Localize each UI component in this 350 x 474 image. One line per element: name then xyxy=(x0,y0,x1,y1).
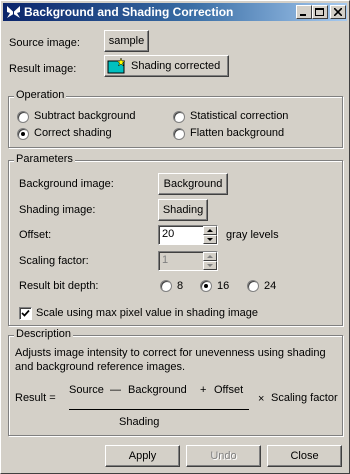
offset-decrement-button[interactable] xyxy=(203,235,217,244)
scaling-decrement-button[interactable] xyxy=(203,261,217,270)
scaling-factor-spinbox[interactable]: 1 xyxy=(158,251,218,271)
scaling-factor-label: Scaling factor: xyxy=(19,255,89,267)
formula-times: × xyxy=(258,393,265,405)
result-image-label: Result image: xyxy=(9,63,77,75)
bitdepth-24-label: 24 xyxy=(264,280,277,292)
radio-bitdepth-8[interactable] xyxy=(160,280,172,292)
offset-spinbox[interactable]: 20 xyxy=(158,225,218,245)
scale-max-pixel-label: Scale using max pixel value in shading i… xyxy=(36,307,258,319)
result-image-button-label: Shading corrected xyxy=(131,60,221,72)
source-image-label: Source image: xyxy=(9,37,80,49)
formula-denominator: Shading xyxy=(119,416,160,428)
radio-bitdepth-24[interactable] xyxy=(247,280,259,292)
maximize-icon xyxy=(315,7,324,16)
statistical-correction-label: Statistical correction xyxy=(190,110,289,122)
radio-correct-shading[interactable] xyxy=(17,128,29,140)
subtract-background-label: Subtract background xyxy=(34,110,136,122)
fraction-line xyxy=(69,409,249,410)
shading-image-button[interactable]: Shading xyxy=(158,199,208,221)
scaling-increment-button[interactable] xyxy=(203,252,217,261)
checkmark-icon xyxy=(21,309,30,317)
close-window-button[interactable] xyxy=(330,5,346,19)
butterfly-icon xyxy=(7,6,20,18)
formula-source: Source xyxy=(69,384,104,396)
arrow-up-icon xyxy=(207,255,213,258)
formula-plus: + xyxy=(200,384,207,396)
offset-unit-label: gray levels xyxy=(226,229,279,241)
offset-increment-button[interactable] xyxy=(203,226,217,235)
description-group-title: Description xyxy=(14,328,74,340)
offset-label: Offset: xyxy=(19,229,52,241)
close-icon xyxy=(334,8,342,16)
formula-background: Background xyxy=(128,384,187,396)
radio-flatten-background[interactable] xyxy=(173,128,185,140)
apply-button[interactable]: Apply xyxy=(105,445,180,467)
bitdepth-16-label: 16 xyxy=(217,280,230,292)
close-button[interactable]: Close xyxy=(267,445,342,467)
bitdepth-8-label: 8 xyxy=(177,280,184,292)
bit-depth-label: Result bit depth: xyxy=(19,280,99,292)
formula-scaling-factor: Scaling factor xyxy=(271,392,338,404)
arrow-down-icon xyxy=(207,264,213,267)
minimize-button[interactable] xyxy=(296,5,312,19)
formula-minus: — xyxy=(110,384,121,396)
parameters-group-title: Parameters xyxy=(14,153,75,165)
operation-group-title: Operation xyxy=(14,89,67,101)
arrow-up-icon xyxy=(207,229,213,232)
description-text: Adjusts image intensity to correct for u… xyxy=(15,347,326,373)
window-title: Background and Shading Correction xyxy=(24,5,234,19)
dialog-window: Background and Shading Correction Source… xyxy=(0,0,350,474)
maximize-button[interactable] xyxy=(312,5,328,19)
new-image-icon xyxy=(107,58,126,74)
minimize-icon xyxy=(300,14,306,16)
arrow-down-icon xyxy=(207,238,213,241)
radio-bitdepth-16[interactable] xyxy=(200,280,212,292)
shading-image-label: Shading image: xyxy=(19,204,96,216)
flatten-background-label: Flatten background xyxy=(190,127,285,139)
undo-button[interactable]: Undo xyxy=(186,445,261,467)
title-bar[interactable]: Background and Shading Correction xyxy=(3,3,347,21)
correct-shading-label: Correct shading xyxy=(34,127,112,139)
formula-offset: Offset xyxy=(214,384,244,396)
formula-result-label: Result = xyxy=(15,392,56,404)
radio-statistical-correction[interactable] xyxy=(173,111,185,123)
offset-value: 20 xyxy=(162,228,175,240)
scale-max-pixel-checkbox[interactable] xyxy=(19,307,32,320)
background-image-label: Background image: xyxy=(19,178,114,190)
radio-subtract-background[interactable] xyxy=(17,111,29,123)
background-image-button[interactable]: Background xyxy=(158,173,228,195)
scaling-factor-value: 1 xyxy=(162,254,169,266)
source-image-button[interactable]: sample xyxy=(104,30,149,52)
result-image-button[interactable]: Shading corrected xyxy=(104,55,229,77)
